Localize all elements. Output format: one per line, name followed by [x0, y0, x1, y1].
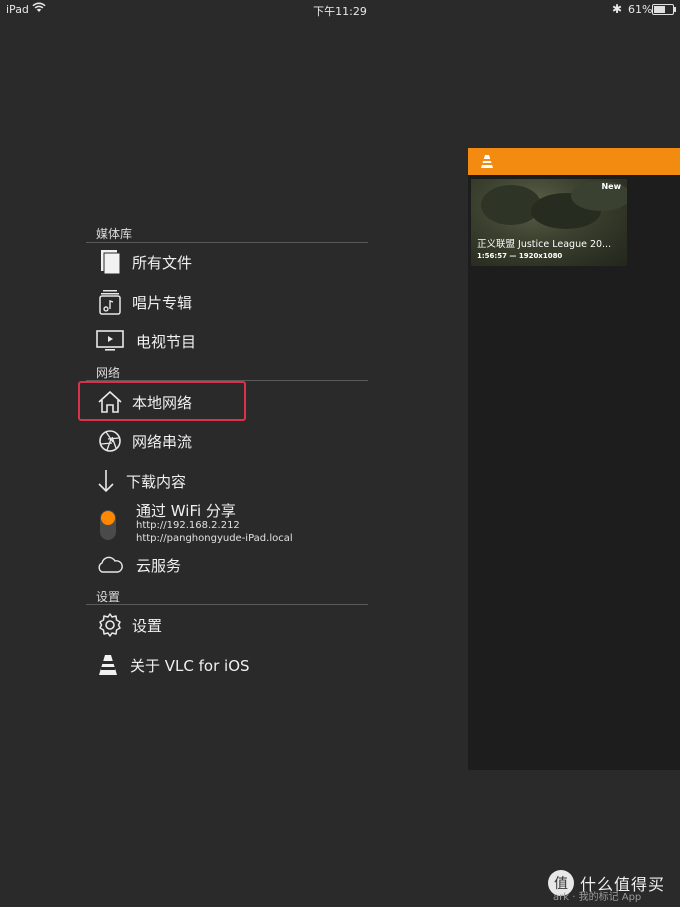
- bluetooth-icon: ✱: [612, 2, 623, 16]
- cloud-icon: [96, 551, 124, 579]
- download-arrow-icon: [96, 467, 116, 495]
- menu-item-wifi-share[interactable]: 通过 WiFi 分享 http://192.168.2.212 http://p…: [96, 500, 376, 548]
- menu-item-label: 网络串流: [132, 432, 193, 451]
- home-icon: [96, 388, 124, 416]
- section-network: 网络: [96, 366, 121, 380]
- battery-icon: [652, 4, 676, 15]
- panel-header: [468, 148, 680, 175]
- menu-item-tv-shows[interactable]: 电视节目: [96, 326, 196, 356]
- menu-item-network-stream[interactable]: 网络串流: [96, 426, 192, 456]
- media-panel: New 正义联盟 Justice League 20... 1:56:57 — …: [468, 148, 680, 770]
- menu-item-label: 电视节目: [136, 332, 197, 351]
- divider: [86, 604, 368, 605]
- tv-icon: [96, 327, 124, 355]
- wifi-url-host: http://panghongyude-iPad.local: [136, 533, 293, 544]
- vlc-cone-icon: [96, 651, 120, 679]
- music-album-icon: [96, 288, 124, 316]
- video-meta: 1:56:57 — 1920x1080: [477, 252, 563, 260]
- menu-item-settings[interactable]: 设置: [96, 610, 162, 640]
- menu-item-local-network[interactable]: 本地网络: [96, 387, 192, 417]
- wifi-url-ip: http://192.168.2.212: [136, 520, 240, 531]
- clock: 下午11:29: [313, 5, 367, 18]
- battery-percent: 61%: [628, 3, 653, 16]
- menu-item-label: 云服务: [136, 556, 182, 575]
- section-settings: 设置: [96, 590, 121, 604]
- menu-item-label: 设置: [132, 616, 163, 635]
- menu-item-label: 关于 VLC for iOS: [130, 656, 250, 675]
- divider: [86, 242, 368, 243]
- menu-item-label: 所有文件: [132, 253, 193, 272]
- wifi-share-toggle[interactable]: [100, 510, 116, 540]
- menu-item-cloud[interactable]: 云服务: [96, 550, 181, 580]
- menu-item-about[interactable]: 关于 VLC for iOS: [96, 650, 250, 680]
- status-bar: iPad 下午11:29 ✱ 61%: [0, 0, 680, 20]
- gear-icon: [96, 611, 124, 639]
- menu-item-all-files[interactable]: 所有文件: [96, 247, 192, 277]
- file-icon: [96, 248, 124, 276]
- aperture-icon: [96, 427, 124, 455]
- video-title: 正义联盟 Justice League 20...: [477, 239, 612, 250]
- watermark-small: ark · 我的标记 App: [553, 892, 642, 903]
- menu-item-label: 通过 WiFi 分享: [136, 502, 236, 520]
- menu-item-label: 本地网络: [132, 393, 193, 412]
- menu-item-label: 唱片专辑: [132, 293, 193, 312]
- menu-item-albums[interactable]: 唱片专辑: [96, 287, 192, 317]
- new-badge: New: [601, 182, 621, 191]
- toggle-knob: [101, 511, 115, 525]
- menu-item-label: 下载内容: [126, 472, 187, 491]
- battery-level: [654, 6, 665, 13]
- vlc-cone-icon[interactable]: [480, 154, 494, 173]
- menu-item-downloads[interactable]: 下载内容: [96, 466, 186, 496]
- section-media-library: 媒体库: [96, 227, 133, 241]
- video-thumbnail[interactable]: New 正义联盟 Justice League 20... 1:56:57 — …: [471, 179, 627, 266]
